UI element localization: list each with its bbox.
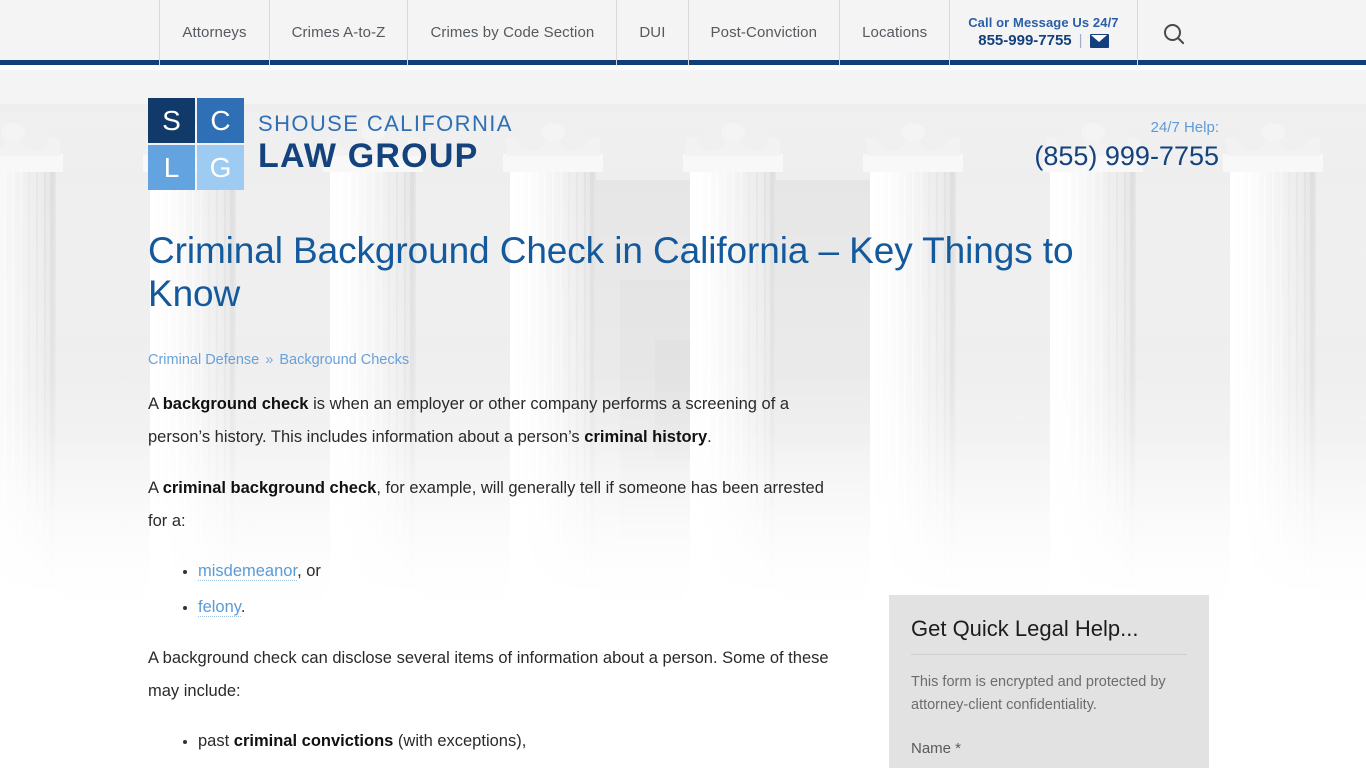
p2-bold-criminal-background-check: criminal background check [162,478,377,497]
list-item-tail: , or [297,561,321,580]
link-misdemeanor[interactable]: misdemeanor [198,561,298,581]
name-field-label: Name * [911,740,962,758]
sidebar: Get Quick Legal Help... This form is enc… [848,388,1219,768]
nav-item-label: DUI [639,24,666,41]
list-item: felony. [198,592,848,622]
brand-wordmark: SHOUSE CALIFORNIA LAW GROUP [258,112,513,176]
envelope-icon[interactable] [1089,34,1109,49]
paragraph-1: A background check is when an employer o… [148,388,838,454]
li-pre: past [198,731,234,750]
content-container: S C L G SHOUSE CALIFORNIA LAW GROUP 24/7… [147,65,1219,768]
form-title: Get Quick Legal Help... [911,615,1187,656]
quick-legal-help-form: Get Quick Legal Help... This form is enc… [889,594,1209,768]
nav-items-container: Attorneys Crimes A-to-Z Crimes by Code S… [159,0,1206,65]
nav-item-attorneys[interactable]: Attorneys [159,0,268,65]
nav-item-crimes-by-code-section[interactable]: Crimes by Code Section [407,0,616,65]
nav-contact-row: 855-999-7755 | [978,31,1109,51]
nav-contact-divider: | [1078,32,1083,50]
logo-letter-grid: S C L G [148,98,244,190]
list-item: past criminal convictions (with exceptio… [198,726,848,756]
breadcrumb-item-criminal-defense[interactable]: Criminal Defense [148,352,259,368]
nav-item-dui[interactable]: DUI [616,0,687,65]
nav-item-label: Locations [862,24,928,41]
page-title: Criminal Background Check in California … [148,230,1074,314]
nav-contact-block: Call or Message Us 24/7 855-999-7755 | [949,0,1138,65]
nav-item-label: Post-Conviction [710,24,818,41]
list-item: misdemeanor, or [198,556,848,586]
brand-line-1: SHOUSE CALIFORNIA [258,111,513,137]
p1-post: . [707,427,712,446]
article-body: A background check is when an employer o… [148,388,848,768]
nav-item-locations[interactable]: Locations [839,0,949,65]
p1-bold-background-check: background check [162,394,309,413]
p1-bold-criminal-history: criminal history [584,427,708,446]
page-content: S C L G SHOUSE CALIFORNIA LAW GROUP 24/7… [0,65,1366,768]
nav-item-label: Attorneys [182,24,247,41]
li-post: (with exceptions), [393,731,527,750]
nav-item-crimes-a-to-z[interactable]: Crimes A-to-Z [268,0,408,65]
nav-item-post-conviction[interactable]: Post-Conviction [687,0,840,65]
top-navigation-bar: Attorneys Crimes A-to-Z Crimes by Code S… [0,0,1366,65]
main-columns: A background check is when an employer o… [148,388,1219,768]
help-label: 24/7 Help: [1150,119,1219,136]
nav-item-label: Crimes by Code Section [430,24,595,41]
nav-phone-link[interactable]: 855-999-7755 [978,31,1071,51]
site-logo[interactable]: S C L G SHOUSE CALIFORNIA LAW GROUP [148,98,513,190]
breadcrumb: Criminal Defense » Background Checks [148,352,1219,368]
list-item-tail: . [240,597,246,616]
paragraph-2: A criminal background check, for example… [148,472,838,538]
breadcrumb-separator: » [265,351,274,368]
logo-letter-s: S [148,98,195,143]
p1-pre: A [148,394,163,413]
list-disclosable-items: past criminal convictions (with exceptio… [148,726,848,768]
header-help-block: 24/7 Help: (855) 999-7755 [1034,98,1219,172]
site-header-row: S C L G SHOUSE CALIFORNIA LAW GROUP 24/7… [148,65,1219,190]
search-button[interactable] [1138,0,1207,65]
list-arrest-types: misdemeanor, or felony. [148,556,848,622]
p2-pre: A [148,478,163,497]
brand-line-2: LAW GROUP [258,137,479,176]
nav-contact-tagline: Call or Message Us 24/7 [968,14,1119,30]
link-felony[interactable]: felony [198,597,241,617]
logo-letter-l: L [148,145,195,190]
list-item: negative information on a credit report,… [198,762,848,768]
nav-item-label: Crimes A-to-Z [291,24,386,41]
li-bold-criminal-convictions: criminal convictions [233,731,394,750]
form-description: This form is encrypted and protected by … [911,674,1166,713]
logo-letter-g: G [197,145,244,190]
search-icon [1163,24,1181,41]
help-phone-number[interactable]: (855) 999-7755 [1034,140,1219,172]
breadcrumb-item-background-checks[interactable]: Background Checks [279,352,409,368]
logo-letter-c: C [197,98,244,143]
paragraph-3: A background check can disclose several … [148,648,829,700]
